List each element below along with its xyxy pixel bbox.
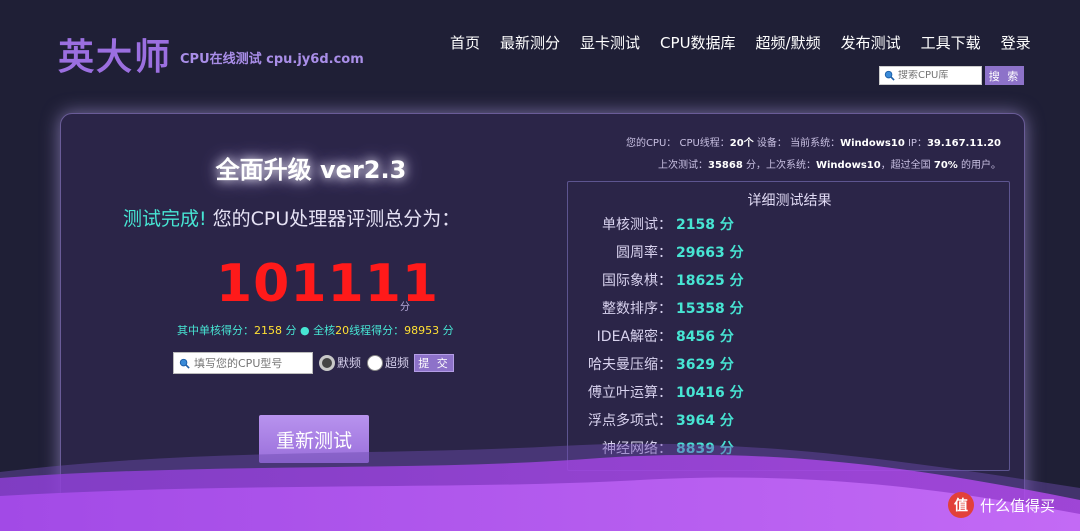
- nav-gpu-test[interactable]: 显卡测试: [570, 32, 650, 53]
- detail-row: IDEA解密： 8456 分: [568, 322, 1011, 350]
- last-test-label: 上次测试：: [657, 160, 708, 171]
- detail-label: 浮点多项式：: [588, 413, 672, 429]
- percentile-suffix: 的用户。: [957, 160, 1001, 171]
- test-complete-text: 测试完成!: [123, 208, 207, 230]
- header-search-input[interactable]: [898, 70, 976, 81]
- last-test-line: 上次测试：35868 分，上次系统：Windows10，超过全国 70% 的用户…: [581, 156, 1001, 171]
- detail-row: 整数排序： 15358 分: [568, 294, 1011, 322]
- detail-label: 圆周率：: [616, 245, 672, 261]
- detail-value: 18625 分: [676, 273, 744, 289]
- radio-overclock-label[interactable]: 超频: [385, 354, 409, 371]
- percentile-value: 70%: [933, 160, 958, 171]
- detail-value: 8456 分: [676, 329, 734, 345]
- detail-label: 傅立叶运算：: [588, 385, 672, 401]
- total-score-caption: 您的CPU处理器评测总分为：: [206, 208, 461, 230]
- search-icon: [179, 358, 190, 369]
- detail-value: 3964 分: [676, 413, 734, 429]
- detail-row: 单核测试： 2158 分: [568, 210, 1011, 238]
- watermark-text: 什么值得买: [980, 496, 1056, 515]
- thread-count: 20: [335, 324, 350, 337]
- total-score-unit: 分: [400, 302, 410, 313]
- cpu-info-line: 您的CPU： CPU线程：20个 设备： 当前系统：Windows10 IP：3…: [581, 134, 1001, 149]
- single-score-prefix: 其中单核得分：: [177, 324, 254, 337]
- info-ip: 39.167.11.20: [926, 138, 1001, 149]
- nav-overclock[interactable]: 超频/默频: [746, 32, 831, 53]
- site-logo[interactable]: 英大师: [58, 28, 172, 80]
- watermark-badge-icon: 值: [948, 492, 974, 518]
- detail-label: 整数排序：: [602, 301, 672, 317]
- detail-label: 国际象棋：: [602, 273, 672, 289]
- radio-overclock[interactable]: [367, 354, 384, 371]
- last-system-label: 分，上次系统：: [742, 160, 816, 171]
- nav-latest-scores[interactable]: 最新测分: [490, 32, 570, 53]
- single-core-score: 2158: [254, 324, 282, 337]
- detail-value: 2158 分: [676, 217, 734, 233]
- detail-label: IDEA解密：: [596, 329, 672, 345]
- cpu-model-field[interactable]: [173, 352, 313, 374]
- header-search-button[interactable]: 搜 索: [985, 66, 1024, 85]
- site-tagline: CPU在线测试 cpu.jy6d.com: [180, 52, 364, 67]
- nav-home[interactable]: 首页: [440, 32, 490, 53]
- cpu-model-input[interactable]: [194, 356, 309, 370]
- info-cpu-label: 您的CPU： CPU线程：: [625, 138, 730, 149]
- last-test-score: 35868: [707, 160, 743, 171]
- info-current-os: Windows10: [840, 138, 905, 149]
- detail-value: 29663 分: [676, 245, 744, 261]
- upgrade-title: 全面升级 ver2.3: [215, 156, 407, 184]
- detail-results-title: 详细测试结果: [747, 193, 832, 209]
- decorative-wave: [0, 443, 1080, 531]
- submit-button[interactable]: 提 交: [414, 354, 454, 372]
- last-system-os: Windows10: [815, 160, 881, 171]
- main-nav: 首页 最新测分 显卡测试 CPU数据库 超频/默频 发布测试 工具下载 登录: [440, 32, 1041, 53]
- info-ip-label: IP：: [904, 138, 927, 149]
- detail-row: 哈夫曼压缩： 3629 分: [568, 350, 1011, 378]
- search-icon: [884, 70, 895, 81]
- info-system-label: 设备： 当前系统：: [753, 138, 841, 149]
- site-header: 英大师 CPU在线测试 cpu.jy6d.com 首页 最新测分 显卡测试 CP…: [0, 0, 1080, 100]
- sub-score-line: 其中单核得分：2158 分 ● 全核20线程得分：98953 分: [177, 322, 454, 338]
- detail-row: 国际象棋： 18625 分: [568, 266, 1011, 294]
- multi-score-suffix: 分: [439, 324, 454, 337]
- detail-row: 圆周率： 29663 分: [568, 238, 1011, 266]
- detail-value: 3629 分: [676, 357, 734, 373]
- watermark: 值 什么值得买: [948, 492, 1055, 518]
- nav-publish-test[interactable]: 发布测试: [831, 32, 911, 53]
- header-search-box[interactable]: [879, 66, 982, 85]
- multi-core-score: 98953: [404, 324, 440, 337]
- frequency-radio-group: 默频 超频: [319, 354, 415, 371]
- detail-label: 哈夫曼压缩：: [588, 357, 672, 373]
- nav-login[interactable]: 登录: [991, 32, 1041, 53]
- detail-label: 单核测试：: [602, 217, 672, 233]
- detail-results-box: 详细测试结果 单核测试： 2158 分 圆周率： 29663 分 国际象棋： 1862…: [567, 181, 1010, 471]
- detail-value: 10416 分: [676, 385, 744, 401]
- nav-cpu-database[interactable]: CPU数据库: [650, 32, 746, 53]
- radio-default-frequency[interactable]: [319, 354, 335, 371]
- percentile-label: ，超过全国: [880, 160, 934, 171]
- single-score-suffix: 分 ● 全核: [282, 324, 336, 337]
- info-thread-count: 20个: [729, 138, 754, 149]
- detail-value: 15358 分: [676, 301, 744, 317]
- test-complete-line: 测试完成! 您的CPU处理器评测总分为：: [123, 204, 460, 231]
- radio-default-label[interactable]: 默频: [337, 354, 361, 371]
- detail-row: 傅立叶运算： 10416 分: [568, 378, 1011, 406]
- nav-tools-download[interactable]: 工具下载: [911, 32, 991, 53]
- multi-score-prefix: 线程得分：: [349, 324, 405, 337]
